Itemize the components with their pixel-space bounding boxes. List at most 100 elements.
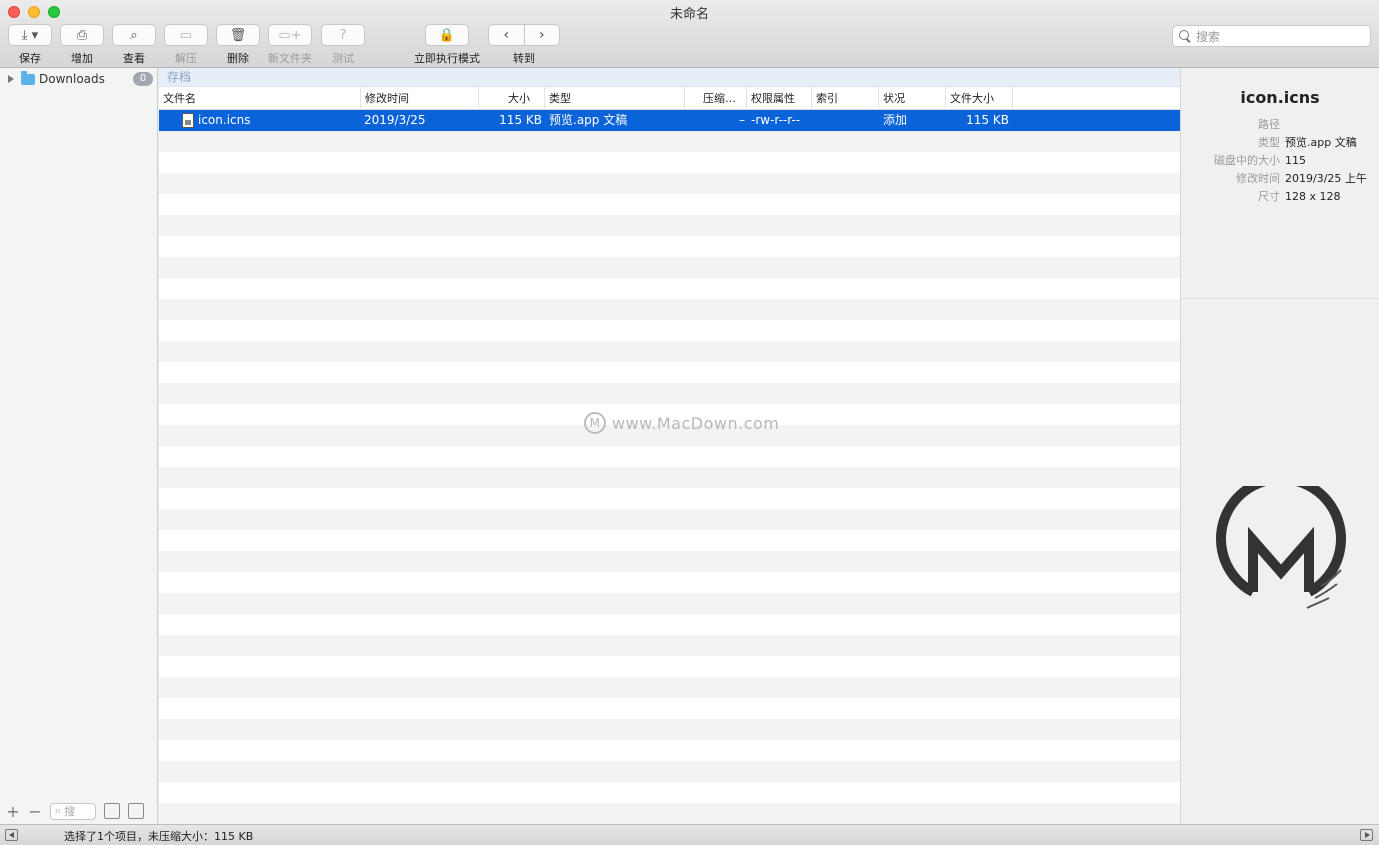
empty-row	[159, 488, 1180, 509]
forward-button[interactable]: ›	[525, 25, 560, 45]
info-file-name: icon.icns	[1240, 88, 1320, 107]
info-panel: icon.icns 路径 类型 预览.app 文稿 磁盘中的大小 115 修改时间 2…	[1180, 68, 1379, 824]
watermark-text: www.MacDown.com	[612, 413, 780, 433]
delete-button[interactable]: 🗑 删除	[213, 24, 263, 65]
column-header-type[interactable]: 类型	[545, 87, 685, 110]
cell-size: 115 KB	[499, 113, 542, 127]
empty-row	[159, 320, 1180, 341]
column-header-file-size[interactable]: 文件大小	[946, 87, 1013, 110]
navigation-buttons: ‹ ›	[488, 24, 560, 46]
new-folder-button[interactable]: ▭+ 新文件夹	[265, 24, 315, 65]
toggle-sidebar-icon[interactable]	[5, 829, 18, 841]
chevron-right-icon: ›	[538, 27, 545, 43]
empty-row	[159, 215, 1180, 236]
empty-row	[159, 614, 1180, 635]
extract-button[interactable]: ▭ 解压	[161, 24, 211, 65]
cell-file-size: 115 KB	[966, 113, 1009, 127]
column-header-permissions[interactable]: 权限属性	[747, 87, 812, 110]
view-button[interactable]: ⌕ 查看	[109, 24, 159, 65]
add-label: 增加	[71, 52, 93, 65]
save-icon: ⤓ ▾	[21, 27, 39, 43]
extract-icon: ▭	[179, 27, 193, 43]
magnifier-icon: ⌕	[130, 27, 138, 43]
add-button[interactable]: ⎙ 增加	[57, 24, 107, 65]
empty-row	[159, 677, 1180, 698]
table-row[interactable]: icon.icns 2019/3/25 115 KB 预览.app 文稿 – -…	[159, 110, 1180, 131]
save-label: 保存	[19, 52, 41, 65]
empty-row	[159, 509, 1180, 530]
empty-row	[159, 782, 1180, 803]
column-header-modified[interactable]: 修改时间	[361, 87, 479, 110]
preview-toggle-icon[interactable]	[128, 803, 144, 819]
titlebar: 未命名 ⤓ ▾ 保存 ⎙ 增加 ⌕ 查看 ▭ 解压 🗑 删除 ▭+ 新文件夹 ?…	[0, 0, 1379, 68]
watermark-logo-icon: M	[584, 412, 606, 434]
column-header-index[interactable]: 索引	[812, 87, 879, 110]
back-button[interactable]: ‹	[489, 25, 525, 45]
empty-row	[159, 152, 1180, 173]
info-details: icon.icns 路径 类型 预览.app 文稿 磁盘中的大小 115 修改时间 2…	[1181, 68, 1379, 299]
empty-row	[159, 656, 1180, 677]
instant-mode-button[interactable]: 🔒 立即执行模式	[413, 24, 481, 65]
minus-icon[interactable]: −	[28, 802, 42, 821]
test-button[interactable]: ? 测试	[318, 24, 368, 65]
empty-row	[159, 446, 1180, 467]
empty-row	[159, 593, 1180, 614]
column-header-status[interactable]: 状况	[879, 87, 946, 110]
info-prop-modified: 修改时间 2019/3/25 上午	[1236, 172, 1367, 185]
save-button[interactable]: ⤓ ▾ 保存	[5, 24, 55, 65]
sidebar-search-placeholder: 搜	[64, 805, 76, 818]
column-header-compressed[interactable]: 压缩…	[685, 87, 747, 110]
empty-row	[159, 299, 1180, 320]
info-properties: 路径 类型 预览.app 文稿 磁盘中的大小 115 修改时间 2019/3/25 上…	[1181, 116, 1379, 206]
column-header-size[interactable]: 大小	[479, 87, 545, 110]
new-folder-icon: ▭+	[278, 27, 302, 43]
folder-icon	[21, 70, 35, 85]
sidebar-item-downloads[interactable]: Downloads 0	[0, 70, 158, 88]
cell-name: icon.icns	[198, 113, 251, 127]
file-list: 存档 文件名 修改时间 大小 类型 压缩… 权限属性 索引 状况 文件大小 ic…	[159, 68, 1180, 824]
empty-row	[159, 572, 1180, 593]
goto-label: 转到	[513, 52, 535, 65]
plus-icon[interactable]: +	[6, 802, 20, 821]
archive-path-bar[interactable]: 存档	[159, 68, 1180, 87]
toggle-info-panel-icon[interactable]	[1360, 829, 1373, 841]
info-prop-dimensions: 尺寸 128 x 128	[1258, 190, 1341, 203]
window-title: 未命名	[669, 7, 709, 22]
empty-row	[159, 803, 1180, 824]
empty-row	[159, 635, 1180, 656]
table-header: 文件名 修改时间 大小 类型 压缩… 权限属性 索引 状况 文件大小	[159, 87, 1180, 110]
empty-row	[159, 467, 1180, 488]
search-icon	[1179, 30, 1191, 42]
empty-row	[159, 719, 1180, 740]
sidebar-search-input[interactable]: ⌕ 搜	[50, 802, 96, 820]
empty-row	[159, 278, 1180, 299]
disclosure-triangle-icon[interactable]	[8, 75, 14, 83]
empty-row	[159, 341, 1180, 362]
lock-icon: 🔒	[438, 27, 456, 43]
empty-row	[159, 761, 1180, 782]
add-file-icon: ⎙	[76, 27, 88, 43]
sidebar-item-label: Downloads	[39, 72, 105, 86]
status-text: 选择了1个项目，未压缩大小：115 KB	[64, 830, 254, 843]
empty-row	[159, 257, 1180, 278]
table-body: icon.icns 2019/3/25 115 KB 预览.app 文稿 – -…	[159, 110, 1180, 824]
tree-view-icon[interactable]	[104, 803, 120, 819]
column-header-name[interactable]: 文件名	[159, 87, 361, 110]
document-icon	[182, 113, 194, 128]
cell-compressed: –	[739, 113, 745, 127]
empty-row	[159, 194, 1180, 215]
search-input[interactable]: 搜索	[1172, 25, 1371, 47]
trash-icon: 🗑	[229, 27, 247, 43]
empty-row	[159, 383, 1180, 404]
instant-mode-label: 立即执行模式	[414, 52, 480, 65]
count-badge: 0	[133, 72, 153, 86]
empty-row	[159, 173, 1180, 194]
search-placeholder: 搜索	[1196, 29, 1221, 44]
chevron-left-icon: ‹	[503, 27, 510, 43]
test-label: 测试	[332, 52, 354, 65]
watermark: M www.MacDown.com	[584, 412, 779, 434]
empty-row	[159, 131, 1180, 152]
cell-status: 添加	[883, 113, 908, 127]
info-prop-path: 路径	[1258, 118, 1280, 131]
empty-row	[159, 740, 1180, 761]
